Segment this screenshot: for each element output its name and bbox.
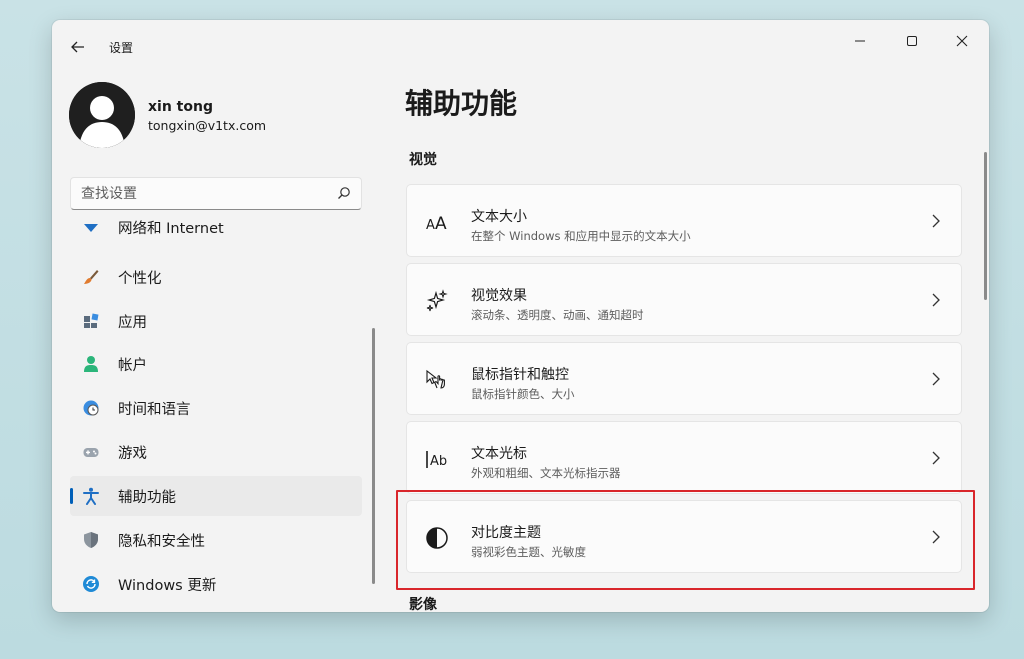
globe-clock-icon: [83, 400, 99, 416]
chevron-right-icon: [932, 214, 940, 228]
sidebar-item-label: 游戏: [118, 446, 147, 462]
back-arrow-icon[interactable]: [66, 36, 90, 58]
main-scrollbar[interactable]: [984, 152, 987, 300]
card-title: 文本光标: [471, 446, 527, 462]
sidebar-item-label: 时间和语言: [118, 402, 191, 418]
card-mouse-pointer-touch[interactable]: 鼠标指针和触控 鼠标指针颜色、大小: [406, 342, 962, 415]
card-contrast-themes[interactable]: 对比度主题 弱视彩色主题、光敏度: [406, 500, 962, 573]
minimize-button[interactable]: [837, 26, 883, 56]
profile-name: xin tong: [148, 99, 213, 115]
chevron-right-icon: [932, 530, 940, 544]
title-bar: 设置: [52, 20, 989, 68]
svg-text:A: A: [435, 214, 447, 234]
card-title: 视觉效果: [471, 288, 527, 304]
sidebar-item-privacy[interactable]: 隐私和安全性: [70, 520, 362, 560]
section-heading-vision: 视觉: [409, 152, 437, 168]
sparkle-icon: [426, 289, 448, 312]
search-icon[interactable]: [337, 186, 351, 200]
profile-email: tongxin@v1tx.com: [148, 118, 267, 133]
sidebar-item-label: Windows 更新: [118, 578, 217, 594]
person-icon: [84, 356, 98, 372]
text-cursor-icon: Ab: [426, 451, 447, 469]
apps-icon: [84, 313, 99, 328]
card-description: 在整个 Windows 和应用中显示的文本大小: [471, 229, 691, 243]
svg-text:Ab: Ab: [430, 454, 447, 469]
settings-window: 设置 xin tong tongxin@v1tx.com 查找设置 网络和 In…: [52, 20, 989, 612]
chevron-right-icon: [932, 372, 940, 386]
sidebar-item-label: 隐私和安全性: [118, 534, 205, 550]
sidebar-nav: 网络和 Internet 个性化 应用 帐户 时间和语言 游戏 辅助功能 隐私和…: [70, 218, 362, 612]
sidebar-item-windows-update[interactable]: Windows 更新: [70, 564, 362, 604]
gamepad-icon: [83, 448, 99, 457]
page-title: 辅助功能: [405, 87, 518, 120]
sidebar-item-label: 网络和 Internet: [118, 221, 224, 237]
sidebar-item-accounts[interactable]: 帐户: [70, 344, 362, 384]
search-input[interactable]: [81, 184, 321, 204]
card-title: 文本大小: [471, 209, 527, 225]
wifi-icon: [84, 224, 98, 232]
avatar[interactable]: [69, 82, 135, 148]
sidebar-scrollbar[interactable]: [372, 328, 375, 584]
update-icon: [83, 576, 99, 592]
sidebar-item-gaming[interactable]: 游戏: [70, 432, 362, 472]
search-box[interactable]: [70, 177, 362, 210]
chevron-right-icon: [932, 293, 940, 307]
section-heading-image: 影像: [409, 597, 437, 612]
sidebar-item-label: 应用: [118, 315, 147, 331]
card-description: 弱视彩色主题、光敏度: [471, 545, 586, 559]
pointer-hand-icon: [426, 369, 445, 389]
sidebar-item-personalization[interactable]: 个性化: [70, 257, 362, 297]
sidebar-item-label: 帐户: [118, 358, 147, 374]
text-size-icon: A A: [426, 214, 447, 234]
brush-icon: [84, 270, 99, 284]
accessibility-icon: [83, 487, 99, 505]
card-visual-effects[interactable]: 视觉效果 滚动条、透明度、动画、通知超时: [406, 263, 962, 336]
card-title: 鼠标指针和触控: [471, 367, 569, 383]
close-button[interactable]: [939, 26, 985, 56]
maximize-button[interactable]: [889, 26, 935, 56]
card-description: 外观和粗细、文本光标指示器: [471, 466, 621, 480]
shield-icon: [84, 532, 98, 548]
sidebar-item-accessibility[interactable]: 辅助功能: [70, 476, 362, 516]
card-text-cursor[interactable]: Ab 文本光标 外观和粗细、文本光标指示器: [406, 421, 962, 494]
card-description: 滚动条、透明度、动画、通知超时: [471, 308, 644, 322]
sidebar-item-label: 个性化: [118, 271, 162, 287]
card-text-size[interactable]: A A 文本大小 在整个 Windows 和应用中显示的文本大小: [406, 184, 962, 257]
card-title: 对比度主题: [471, 525, 541, 541]
active-indicator: [70, 488, 73, 504]
sidebar-item-label: 辅助功能: [118, 490, 176, 506]
app-title: 设置: [109, 41, 134, 55]
sidebar-item-apps[interactable]: 应用: [70, 301, 362, 341]
svg-text:A: A: [426, 218, 435, 233]
sidebar-item-time-language[interactable]: 时间和语言: [70, 388, 362, 428]
contrast-icon: [426, 527, 448, 549]
chevron-right-icon: [932, 451, 940, 465]
sidebar-item-network[interactable]: 网络和 Internet: [70, 218, 362, 254]
card-description: 鼠标指针颜色、大小: [471, 387, 575, 401]
